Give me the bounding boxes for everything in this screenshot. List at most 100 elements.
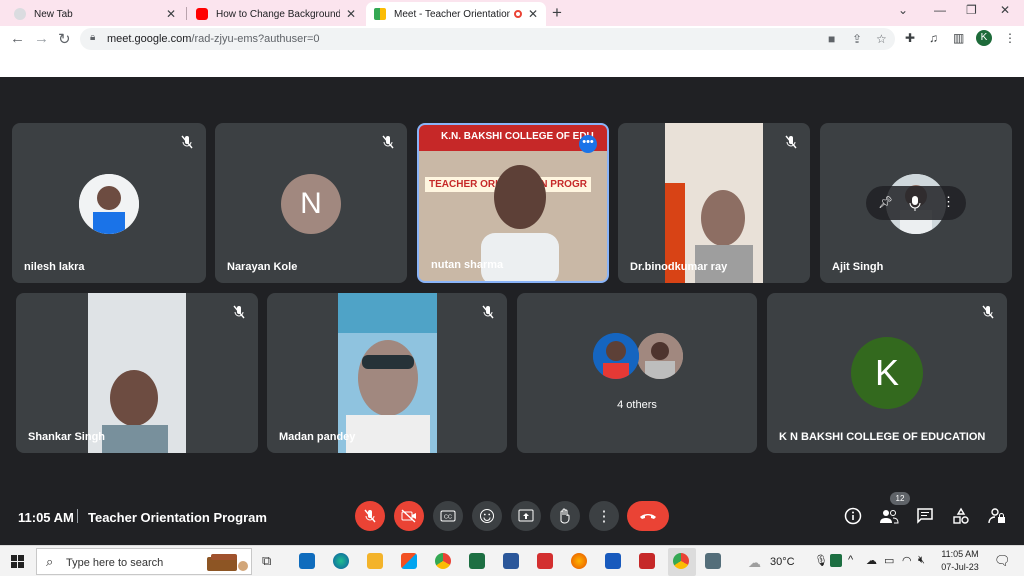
mic-tray-icon[interactable]: 🎙︎	[814, 554, 828, 567]
participant-name: Madan pandey	[279, 431, 356, 443]
firefox-icon[interactable]	[571, 553, 587, 569]
app-tray-icon[interactable]	[830, 554, 842, 567]
camera-icon[interactable]: ■	[828, 32, 835, 46]
close-icon[interactable]: ✕	[528, 7, 538, 21]
more-options-icon[interactable]: ⋮	[942, 194, 955, 210]
participant-photo	[593, 333, 639, 379]
participant-name: Ajit Singh	[832, 261, 884, 273]
tab-youtube[interactable]: How to Change Background in G ✕	[188, 2, 364, 26]
people-button[interactable]	[879, 506, 899, 526]
close-icon[interactable]: ✕	[346, 7, 356, 21]
tray-overflow-icon[interactable]: ^	[848, 554, 853, 566]
youtube-icon	[196, 8, 208, 20]
word-icon[interactable]	[605, 553, 621, 569]
more-options-icon[interactable]: •••	[579, 135, 597, 153]
hang-up-icon	[640, 514, 656, 519]
participant-name: nilesh lakra	[24, 261, 85, 273]
participant-tile[interactable]: Dr.binodkumar ray	[618, 123, 810, 283]
participant-tile[interactable]: N Narayan Kole	[215, 123, 407, 283]
info-icon	[844, 507, 862, 525]
hand-icon	[560, 508, 570, 524]
tab-meet[interactable]: Meet - Teacher Orientation P ✕	[366, 2, 546, 26]
mic-off-icon	[181, 135, 193, 149]
store-icon[interactable]	[401, 553, 417, 569]
host-controls-button[interactable]	[987, 506, 1007, 526]
camera-app-icon[interactable]	[705, 553, 721, 569]
present-button[interactable]	[511, 501, 541, 531]
wps-icon[interactable]	[639, 553, 655, 569]
wifi-icon[interactable]: ◠	[902, 554, 912, 567]
mic-toggle-button[interactable]	[355, 501, 385, 531]
chrome-active-icon[interactable]	[673, 553, 689, 569]
more-vert-icon: ⋮	[596, 508, 612, 525]
task-view-icon[interactable]: ⧉	[262, 553, 278, 569]
tab-search-icon[interactable]: ⌄	[898, 3, 908, 17]
banner-title: K.N. BAKSHI COLLEGE OF EDU	[441, 131, 594, 142]
camera-toggle-button[interactable]	[394, 501, 424, 531]
others-tile[interactable]: 4 others	[517, 293, 757, 453]
emoji-reaction-button[interactable]	[472, 501, 502, 531]
participant-video	[338, 293, 437, 453]
activities-button[interactable]	[951, 506, 971, 526]
weather-temp: 30°C	[770, 556, 795, 568]
taskbar-search[interactable]: ⌕ Type here to search	[36, 548, 252, 575]
clock-date[interactable]: 07-Jul-23	[940, 562, 980, 572]
more-options-button[interactable]: ⋮	[589, 501, 619, 531]
raise-hand-button[interactable]	[550, 501, 580, 531]
cloud-tray-icon[interactable]: ☁	[866, 554, 877, 567]
battery-icon[interactable]: ▭	[884, 554, 894, 567]
profile-avatar[interactable]: K	[976, 30, 992, 46]
participant-tile[interactable]: Madan pandey	[267, 293, 507, 453]
clock-time[interactable]: 11:05 AM	[940, 549, 980, 559]
participant-name: Dr.binodkumar ray	[630, 261, 728, 273]
media-control-icon[interactable]: ♫	[929, 31, 938, 45]
notifications-icon[interactable]: 🗨︎	[994, 553, 1011, 569]
new-tab-icon[interactable]: +	[552, 3, 562, 23]
close-window-icon[interactable]: ✕	[1000, 3, 1010, 17]
participant-tile[interactable]: K K N BAKSHI COLLEGE OF EDUCATION	[767, 293, 1007, 453]
search-icon: ⌕	[46, 554, 54, 569]
edge-icon[interactable]	[333, 553, 349, 569]
mic-off-icon	[785, 135, 797, 149]
leave-call-button[interactable]	[627, 501, 669, 531]
minimize-icon[interactable]: —	[934, 3, 946, 17]
excel-icon[interactable]	[469, 553, 485, 569]
chat-button[interactable]	[915, 506, 935, 526]
menu-icon[interactable]: ⋮	[1004, 31, 1016, 45]
extensions-icon[interactable]: ✚	[905, 31, 915, 45]
news-widget-icon[interactable]	[299, 553, 315, 569]
tab-strip: New Tab ✕ How to Change Background in G …	[0, 0, 1024, 26]
share-icon[interactable]: ⇪	[852, 32, 862, 46]
participant-tile-active-speaker[interactable]: K.N. BAKSHI COLLEGE OF EDU TEACHER ORIEN…	[417, 123, 609, 283]
close-icon[interactable]: ✕	[166, 7, 176, 21]
pin-icon[interactable]: 📌︎	[878, 195, 893, 209]
address-bar[interactable]: 🔒︎ meet.google.com/rad-zjyu-ems?authuser…	[80, 28, 895, 50]
captions-icon: CC	[440, 510, 456, 522]
side-panel-icon[interactable]: ▥	[953, 31, 964, 45]
word-doc-icon[interactable]	[503, 553, 519, 569]
participant-tile[interactable]: Shankar Singh	[16, 293, 258, 453]
pdf-reader-icon[interactable]	[537, 553, 553, 569]
svg-text:CC: CC	[444, 515, 452, 521]
meeting-clock: 11:05 AM	[18, 510, 74, 525]
mic-icon[interactable]	[908, 195, 922, 211]
back-icon[interactable]: ←	[10, 30, 25, 47]
chrome-icon[interactable]	[435, 553, 451, 569]
windows-start-icon[interactable]	[11, 555, 24, 568]
present-screen-icon	[518, 509, 534, 522]
people-icon	[880, 510, 899, 524]
camera-off-icon	[401, 509, 416, 523]
reload-icon[interactable]: ↻	[58, 30, 71, 48]
volume-muted-icon[interactable]: 🔇︎	[918, 554, 925, 567]
tab-new-tab[interactable]: New Tab ✕	[6, 2, 184, 26]
file-explorer-icon[interactable]	[367, 553, 383, 569]
captions-button[interactable]: CC	[433, 501, 463, 531]
restore-icon[interactable]: ❐	[966, 3, 977, 17]
meeting-details-button[interactable]	[843, 506, 863, 526]
forward-icon[interactable]: →	[34, 30, 49, 47]
weather-icon[interactable]: ☁	[748, 555, 761, 571]
bookmark-star-icon[interactable]: ☆	[876, 32, 887, 46]
participant-tile[interactable]: nilesh lakra	[12, 123, 206, 283]
participant-tile[interactable]: 📌︎ ⋮ Ajit Singh	[820, 123, 1012, 283]
hover-controls: 📌︎ ⋮	[866, 186, 966, 220]
